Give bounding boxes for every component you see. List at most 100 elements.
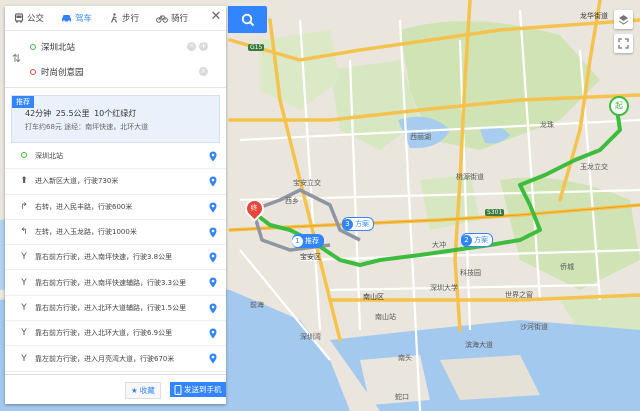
map-label-shenzhenwan: 深圳湾 [300,333,321,341]
list-item[interactable]: ⬆ 进入新区大道，行驶730米 [5,169,226,195]
map-label-qianhai: 前海 [250,301,264,309]
map-label-kejiyuan: 科技园 [460,269,481,277]
phone-icon [174,384,182,395]
locate-pin-icon[interactable] [209,202,217,213]
keep-left-icon: Y [21,353,27,364]
map-label-xilihu: 西丽湖 [410,133,431,141]
locate-pin-icon[interactable] [209,227,217,238]
tab-drive[interactable]: 驾车 [52,6,100,30]
map-label-baoan-qu: 宝安区 [300,253,321,261]
locate-pin-icon[interactable] [209,353,217,364]
tab-label: 驾车 [75,14,93,24]
clear-icon[interactable]: × [187,42,196,51]
fullscreen-button[interactable] [614,34,633,53]
locate-pin-icon[interactable] [209,252,217,263]
swap-icon[interactable]: ⇅ [12,52,21,65]
list-item[interactable]: Y 靠右前方行驶，进入北环大道辅路，行驶1.5公里 [5,296,226,322]
straight-arrow-icon: ⬆ [20,176,28,187]
list-item[interactable]: Y 靠右前方行驶，进入南坪快速辅路，行驶3.3公里 [5,270,226,296]
tab-label: 步行 [122,14,140,24]
origin-dot-icon [18,151,30,161]
step-text: 深圳北站 [35,152,63,161]
plan-label: 方案 [355,220,369,228]
recommended-badge: 推荐 [12,96,34,108]
layers-icon [618,15,629,25]
search-button[interactable] [228,6,267,33]
walk-icon [110,13,118,23]
end-field[interactable]: 时尚创意园 × [30,61,208,82]
turn-left-icon: ↰ [20,227,28,238]
plan-number: 1 [292,235,303,247]
list-item[interactable]: Y 靠右前方行驶，进入北环大道，行驶6.9公里 [5,321,226,347]
bus-icon [14,13,24,23]
car-icon [62,15,72,23]
map-label-nantou: 南头 [398,354,412,362]
end-marker-label: 终 [250,204,258,212]
map-label-shahe: 沙河街道 [520,323,548,331]
map-label-taoyuan: 桃源街道 [456,173,484,181]
map-label-shekou: 蛇口 [395,393,409,401]
list-item[interactable]: ↱ 右转，进入民丰路，行驶600米 [5,195,226,220]
list-item[interactable]: Y 靠右前方行驶，进入南坪快速，行驶3.8公里 [5,245,226,271]
add-waypoint-icon[interactable]: + [199,42,208,51]
start-field[interactable]: 深圳北站 × + [30,36,208,57]
list-item[interactable]: 深圳北站 [5,144,226,170]
map-label-xixiang: 西乡 [285,197,299,205]
list-item[interactable]: ↰ 左转，进入玉龙路，行驶1000米 [5,220,226,246]
locate-pin-icon[interactable] [209,303,217,314]
panel-footer: ★ 收藏 发送到手机 [5,374,226,404]
map-label-shenzhen-daxue: 深圳大学 [430,284,458,292]
map-label-nanshan-qu: 南山区 [363,293,384,301]
tab-bike[interactable]: 骑行 [147,6,196,30]
locate-pin-icon[interactable] [209,277,217,288]
tab-walk[interactable]: 步行 [100,6,147,30]
plan-tag-1[interactable]: 1 推荐 [292,234,324,248]
tab-label: 骑行 [171,14,189,24]
map-label-binhai: 滨海大道 [465,341,493,349]
favorite-label: 收藏 [139,386,155,395]
route-details: 打车约68元 途经：南坪快速，北环大道 [25,123,149,131]
plan-number: 3 [342,218,353,230]
map-label-dachong: 大冲 [432,241,446,249]
star-icon: ★ [131,386,138,395]
end-value: 时尚创意园 [41,67,84,78]
step-text: 靠右前方行驶，进入北环大道辅路，行驶1.5公里 [35,303,187,312]
start-marker[interactable]: 起 [609,96,629,116]
bike-icon [156,15,168,23]
map-label-qiaocheng: 侨城 [560,263,574,271]
step-text: 左转，进入玉龙路，行驶1000米 [35,228,137,237]
search-icon [241,13,254,26]
tab-bus[interactable]: 公交 [5,6,52,30]
locate-pin-icon[interactable] [209,176,217,187]
clear-icon[interactable]: × [199,67,208,76]
map-label-s301: S301 [485,209,505,216]
send-label: 发送到手机 [184,385,222,394]
route-summary-card[interactable]: 推荐 42分钟 25.5公里 10个红绿灯 打车约68元 途经：南坪快速，北环大… [11,95,220,143]
end-dot-icon [30,68,36,75]
step-text: 靠右前方行驶，进入南坪快速，行驶3.8公里 [35,253,173,262]
step-text: 靠右前方行驶，进入北环大道，行驶6.9公里 [35,329,173,338]
start-dot-icon [30,43,36,50]
turn-right-icon: ↱ [20,201,28,212]
keep-right-icon: Y [21,277,27,288]
step-text: 进入新区大道，行驶730米 [35,177,119,186]
step-text: 右转，进入民丰路，行驶600米 [35,202,133,211]
keep-right-icon: Y [21,302,27,313]
step-text: 靠左前方行驶，进入月亮湾大道，行驶670米 [35,354,175,363]
route-steps: 深圳北站 ⬆ 进入新区大道，行驶730米 ↱ 右转，进入民丰路，行驶600米 ↰… [5,144,226,372]
map-label-yulong: 玉龙立交 [580,163,608,171]
layers-button[interactable] [614,10,633,29]
locate-pin-icon[interactable] [209,328,217,339]
plan-tag-2[interactable]: 2 方案 [461,233,493,247]
step-text: 靠右前方行驶，进入南坪快速辅路，行驶3.3公里 [35,278,187,287]
plan-tag-3[interactable]: 3 方案 [342,217,374,231]
map-label-baoan-lijiao: 宝安立交 [293,179,321,187]
favorite-button[interactable]: ★ 收藏 [125,382,161,399]
close-icon[interactable]: ✕ [209,10,223,24]
map-label-g15: G15 [248,44,265,51]
keep-right-icon: Y [21,328,27,339]
send-to-phone-button[interactable]: 发送到手机 [170,382,226,397]
locate-pin-icon[interactable] [209,151,217,162]
route-inputs: ⇅ 深圳北站 × + 时尚创意园 × [5,31,226,88]
list-item[interactable]: Y 靠左前方行驶，进入月亮湾大道，行驶670米 [5,346,226,372]
